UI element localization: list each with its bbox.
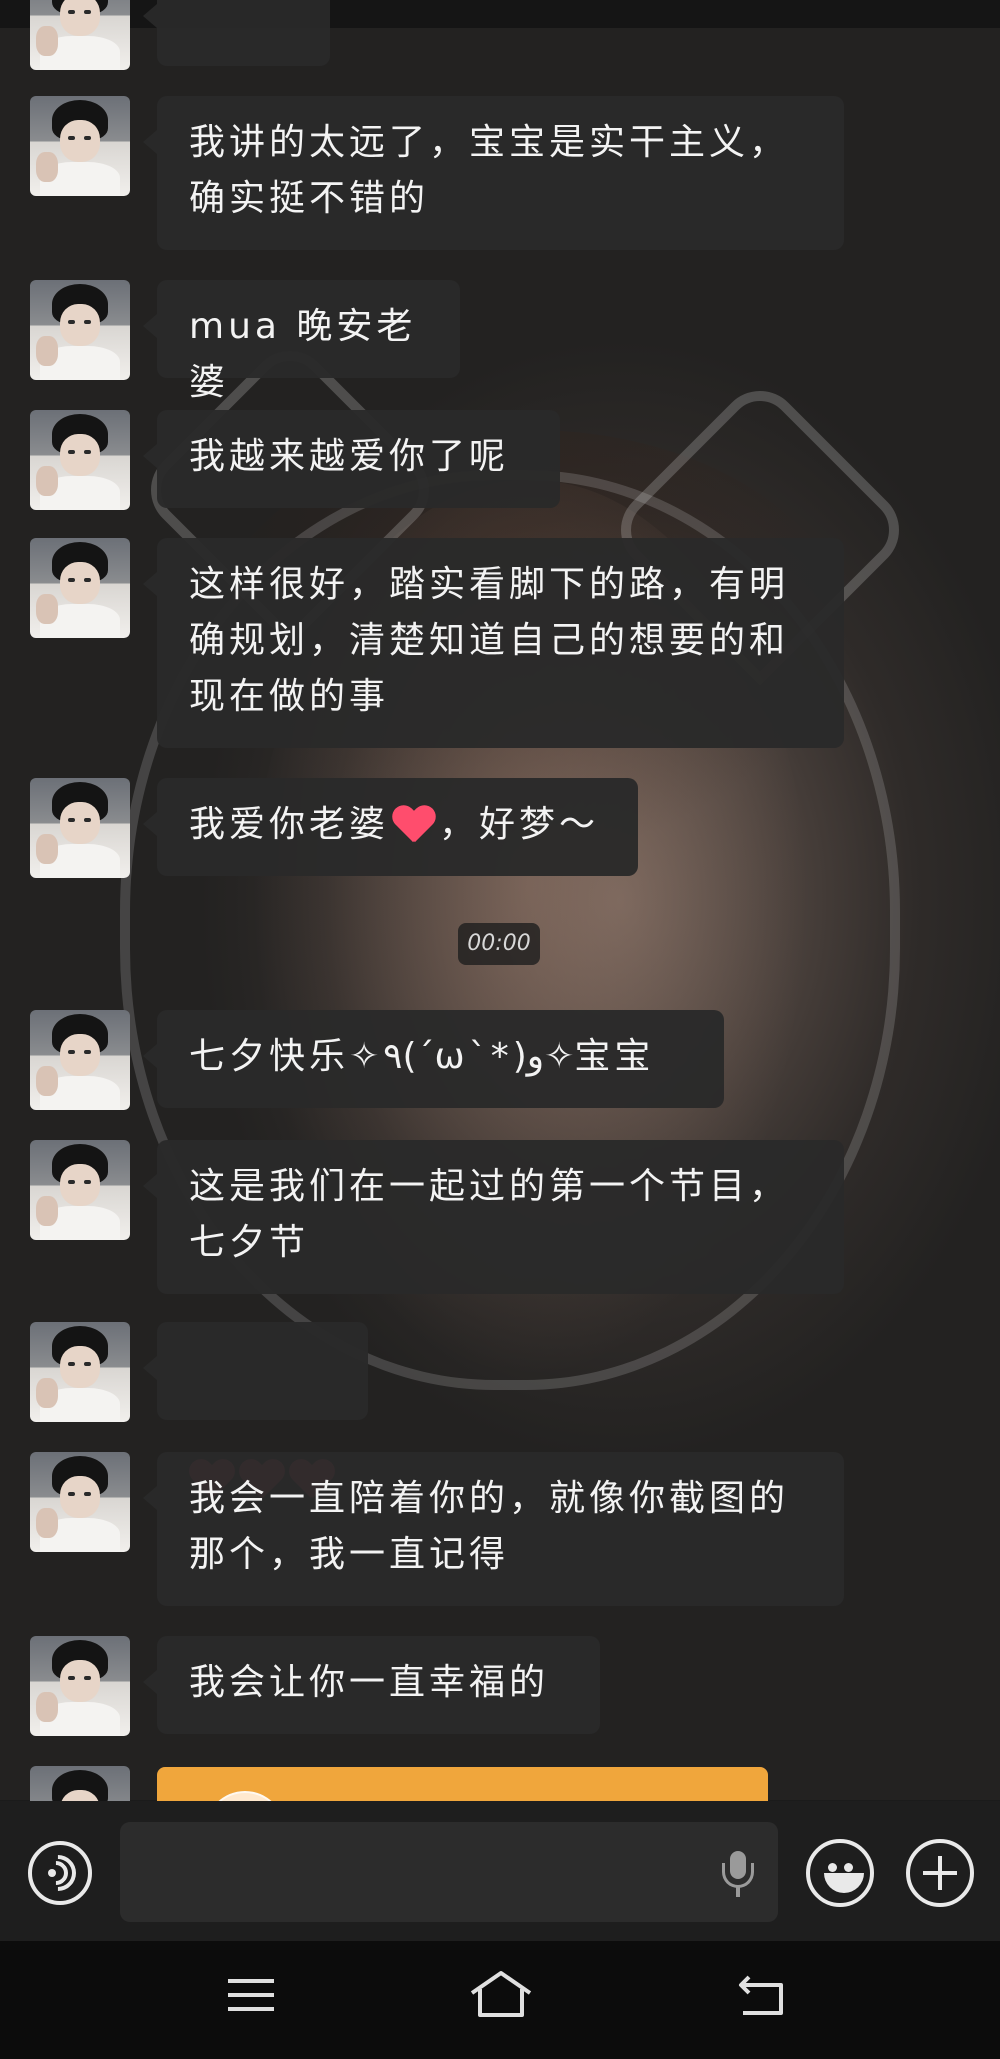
emoji-icon[interactable] [806,1839,874,1907]
avatar[interactable] [30,0,130,70]
back-icon[interactable] [735,1973,787,2017]
voice-icon[interactable] [28,1841,92,1905]
message-bubble[interactable]: 七夕快乐✧٩(ˊωˋ*)و✧宝宝 [143,1010,724,1108]
shared-card-message[interactable] [157,1767,768,1802]
chat-input-bar [0,1801,1000,1941]
message-input[interactable] [120,1822,778,1922]
avatar[interactable] [30,1140,130,1240]
message-bubble-partial[interactable] [143,0,330,66]
avatar[interactable] [30,280,130,380]
avatar[interactable] [30,410,130,510]
avatar[interactable] [30,1010,130,1110]
message-bubble[interactable]: 我讲的太远了，宝宝是实干主义， 确实挺不错的 [143,96,844,250]
message-bubble[interactable]: 我会一直陪着你的，就像你截图的 那个，我一直记得 [143,1452,844,1606]
message-bubble[interactable]: 这样很好，踏实看脚下的路，有明 确规划，清楚知道自己的想要的和 现在做的事 [143,538,844,748]
mic-icon[interactable] [718,1851,758,1901]
avatar[interactable] [30,1452,130,1552]
avatar[interactable] [30,1636,130,1736]
avatar[interactable] [30,1322,130,1422]
message-bubble[interactable]: 我爱你老婆 ，好梦～ [143,778,638,876]
voice-duration-label[interactable]: 00:00 [458,923,540,965]
system-navigation-bar [0,1941,1000,2059]
message-bubble[interactable]: 这是我们在一起过的第一个节目， 七夕节 [143,1140,844,1294]
home-icon[interactable] [468,1969,534,2021]
message-bubble[interactable]: 我会让你一直幸福的 [143,1636,600,1734]
heart-emoji-icon [392,806,436,846]
message-bubble[interactable]: mua 晚安老婆 [143,280,460,403]
avatar[interactable] [30,778,130,878]
message-text: ，好梦～ [439,804,600,845]
avatar[interactable] [30,96,130,196]
plus-icon[interactable] [906,1839,974,1907]
message-bubble[interactable]: 我越来越爱你了呢 [143,410,560,508]
message-bubble-hearts[interactable] [143,1322,368,1420]
avatar[interactable] [30,1766,130,1801]
menu-icon[interactable] [228,1975,274,2015]
avatar[interactable] [30,538,130,638]
message-text: 我爱你老婆 [189,804,390,845]
